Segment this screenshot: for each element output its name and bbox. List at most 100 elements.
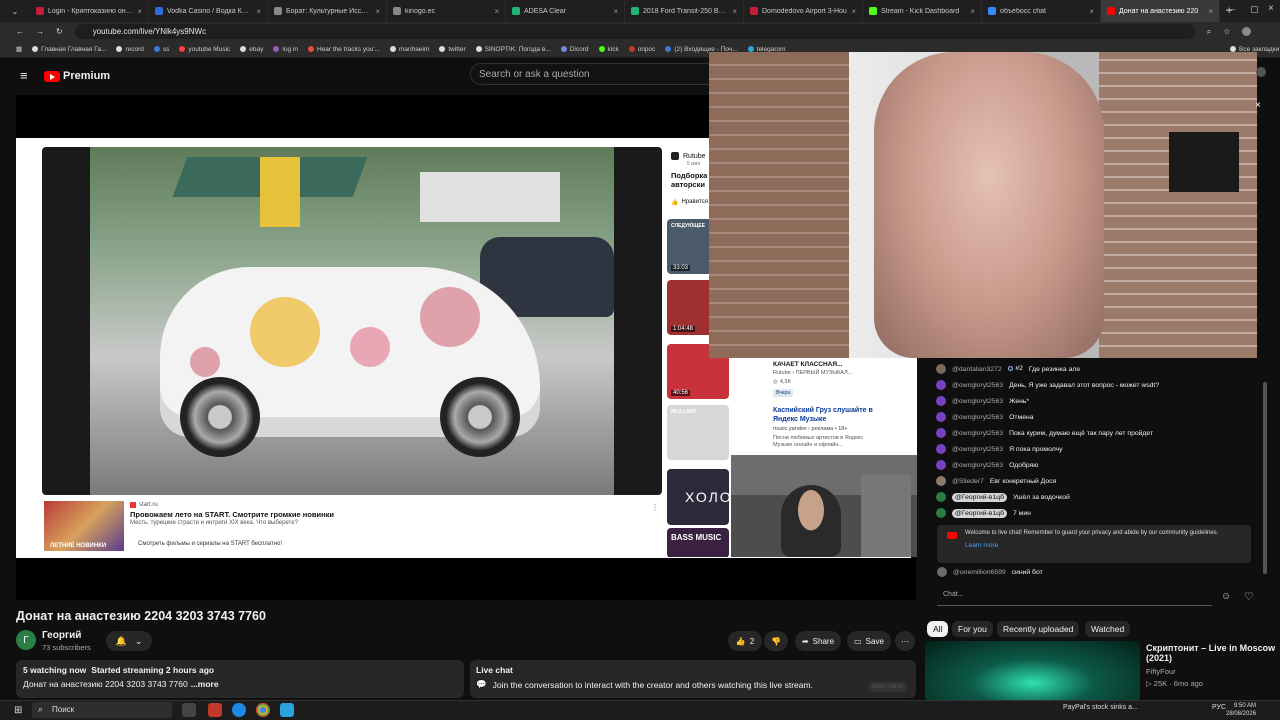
tab-close-icon[interactable]: × — [613, 7, 618, 16]
bookmark-item[interactable]: manhaeim — [389, 46, 429, 53]
browser-tab[interactable]: Login - Криптоказино онлай × — [30, 0, 149, 22]
close-window-icon[interactable]: × — [1268, 3, 1274, 14]
recommended-thumbnail[interactable] — [925, 641, 1140, 701]
bookmark-item[interactable]: twitter — [439, 46, 466, 53]
browser-tab[interactable]: Vodka Casino / Водка Казино × — [149, 0, 268, 22]
bookmark-item[interactable]: kick — [598, 46, 619, 53]
chrome-icon[interactable] — [256, 703, 270, 717]
browser-tab[interactable]: kinogo.ec × — [387, 0, 506, 22]
bookmark-favicon-icon — [179, 46, 186, 52]
browser-tab[interactable]: Донат на анастезию 220 × — [1101, 0, 1220, 22]
bookmark-item[interactable]: SINOPTIK: Погода в... — [475, 46, 551, 53]
reload-icon[interactable]: ↻ — [56, 27, 63, 36]
tab-close-icon[interactable]: × — [137, 7, 142, 16]
tab-close-icon[interactable]: × — [1208, 7, 1213, 16]
tab-close-icon[interactable]: × — [970, 7, 975, 16]
like-button[interactable]: 👍 Нравится — [671, 199, 708, 206]
browser-tab[interactable]: Борат: Культурные Исследо × — [268, 0, 387, 22]
description-box[interactable]: 5 watching now Started streaming 2 hours… — [16, 660, 464, 698]
bookmark-favicon-icon — [32, 46, 39, 52]
bookmark-item[interactable]: record — [116, 46, 144, 53]
search-page-icon[interactable]: ⌕ — [1207, 27, 1211, 37]
bookmark-item[interactable]: youtube Music — [179, 46, 230, 53]
edge-icon[interactable] — [232, 703, 246, 717]
app-red-icon[interactable] — [208, 703, 222, 717]
start-icon[interactable]: ⊞ — [14, 705, 22, 716]
like-button[interactable]: 👍 2 — [728, 631, 762, 651]
browser-tab[interactable]: Stream - Kick Dashboard × — [863, 0, 982, 22]
tab-close-icon[interactable]: × — [256, 7, 261, 16]
bookmark-item[interactable]: ss — [153, 46, 169, 53]
ad-more-icon[interactable]: ⋮ — [651, 503, 659, 512]
minimize-icon[interactable]: — — [1226, 4, 1235, 14]
tab-favicon-icon — [1107, 7, 1115, 15]
filter-chip[interactable]: Watched — [1085, 621, 1131, 637]
open-panel-button[interactable]: Open panel — [868, 682, 908, 692]
bookmark-item[interactable]: Главная Главная Га... — [32, 46, 106, 53]
recommended-title[interactable]: Скриптонит – Live in Moscow (2021) Fifty… — [1146, 643, 1276, 688]
bookmark-star-icon[interactable]: ☆ — [1223, 27, 1230, 36]
side-thumbnail[interactable]: MUZ.LANT — [667, 405, 729, 460]
side-thumb-6[interactable]: BASS MUSIC — [667, 528, 729, 557]
ad-title[interactable]: Провожаем лето на START. Смотрите громки… — [130, 510, 334, 519]
tab-close-icon[interactable]: × — [1089, 7, 1094, 16]
rutube-logo-icon — [671, 152, 679, 160]
filter-chip[interactable]: All — [927, 621, 949, 637]
profile-icon[interactable] — [1242, 27, 1252, 36]
forward-icon[interactable]: → — [36, 27, 44, 36]
browser-tab[interactable]: 2018 Ford Transit-250 Base × — [625, 0, 744, 22]
url-field[interactable]: youtube.com/live/YNlk4ys9NWc — [74, 24, 1195, 39]
side-item3-title[interactable]: КАЧАЕТ КЛАССНАЯ... — [773, 361, 842, 368]
bookmark-item[interactable]: log in — [273, 46, 298, 53]
task-view-icon[interactable] — [182, 703, 196, 717]
save-button[interactable]: ▭ Save — [847, 631, 891, 651]
lang-indicator[interactable]: РУС — [1212, 704, 1226, 711]
side-item4-title[interactable]: Каспийский Груз слушайте в Яндекс Музыке — [773, 406, 873, 424]
back-icon[interactable]: ← — [16, 27, 24, 36]
browser-tab[interactable]: объебосс chat × — [982, 0, 1101, 22]
maximize-icon[interactable]: ▢ — [1250, 4, 1259, 15]
filter-chip[interactable]: For you — [952, 621, 993, 637]
youtube-logo[interactable]: Premium — [44, 70, 110, 82]
tab-close-icon[interactable]: × — [732, 7, 737, 16]
telegram-icon[interactable] — [280, 703, 294, 717]
overlay-close-icon[interactable]: × — [1255, 100, 1261, 111]
clock[interactable]: 9:50 AM 28/08/2026 — [1226, 702, 1256, 718]
search-input[interactable]: Search or ask a question — [470, 63, 730, 85]
avatar — [936, 476, 946, 486]
overlay-more-icon[interactable] — [1256, 67, 1266, 77]
news-widget[interactable]: PayPal's stock sinks a... — [1063, 704, 1138, 711]
channel-name[interactable]: Георгий — [42, 630, 81, 641]
heart-icon[interactable]: ♡ — [1244, 590, 1254, 603]
dislike-button[interactable]: 👎 — [764, 631, 788, 651]
video-ad-bar[interactable]: ЛЕТНИЕ НОВИНКИ start.ru Провожаем лето н… — [42, 499, 662, 555]
apps-grid-icon[interactable]: ▦ — [16, 45, 22, 53]
menu-icon[interactable]: ≡ — [20, 68, 28, 83]
chat-input[interactable]: Chat... — [937, 586, 1212, 606]
emoji-icon[interactable]: ☺ — [1221, 591, 1231, 602]
bookmark-item[interactable]: Dicord — [560, 46, 589, 53]
bookmark-item[interactable]: ebay — [240, 46, 263, 53]
side-thumb-5[interactable]: ХОЛО — [667, 469, 731, 525]
notifications-button[interactable]: 🔔 ⌄ — [106, 631, 152, 651]
bookmark-item[interactable]: Hear the tracks you'... — [307, 46, 380, 53]
tab-close-icon[interactable]: × — [375, 7, 380, 16]
chat-scrollbar[interactable] — [1263, 382, 1267, 574]
browser-tab[interactable]: Domodedovo Airport 3-Hou × — [744, 0, 863, 22]
tab-close-icon[interactable]: × — [851, 7, 856, 16]
brick-wall-left — [709, 52, 849, 358]
live-chat-box[interactable]: Live chat 💬 Join the conversation to int… — [470, 660, 916, 698]
more-link[interactable]: ...more — [191, 679, 219, 689]
learn-more-link[interactable]: Learn more — [965, 542, 1245, 549]
more-actions-button[interactable]: ⋯ — [895, 631, 915, 651]
channel-avatar[interactable]: Г — [16, 630, 36, 650]
tab-favicon-icon — [155, 7, 163, 15]
taskbar-search[interactable]: ⌕ Поиск — [32, 702, 172, 718]
browser-tab[interactable]: ADESA Clear × — [506, 0, 625, 22]
share-button[interactable]: ➦ Share — [795, 631, 841, 651]
ad-footer[interactable]: Смотреть фильмы и сериалы на START беспл… — [138, 541, 282, 547]
tab-list-icon[interactable]: ⌄ — [0, 7, 30, 16]
filter-chip[interactable]: Recently uploaded — [997, 621, 1080, 637]
tab-close-icon[interactable]: × — [494, 7, 499, 16]
bookmark-item[interactable]: опрос — [628, 46, 655, 53]
